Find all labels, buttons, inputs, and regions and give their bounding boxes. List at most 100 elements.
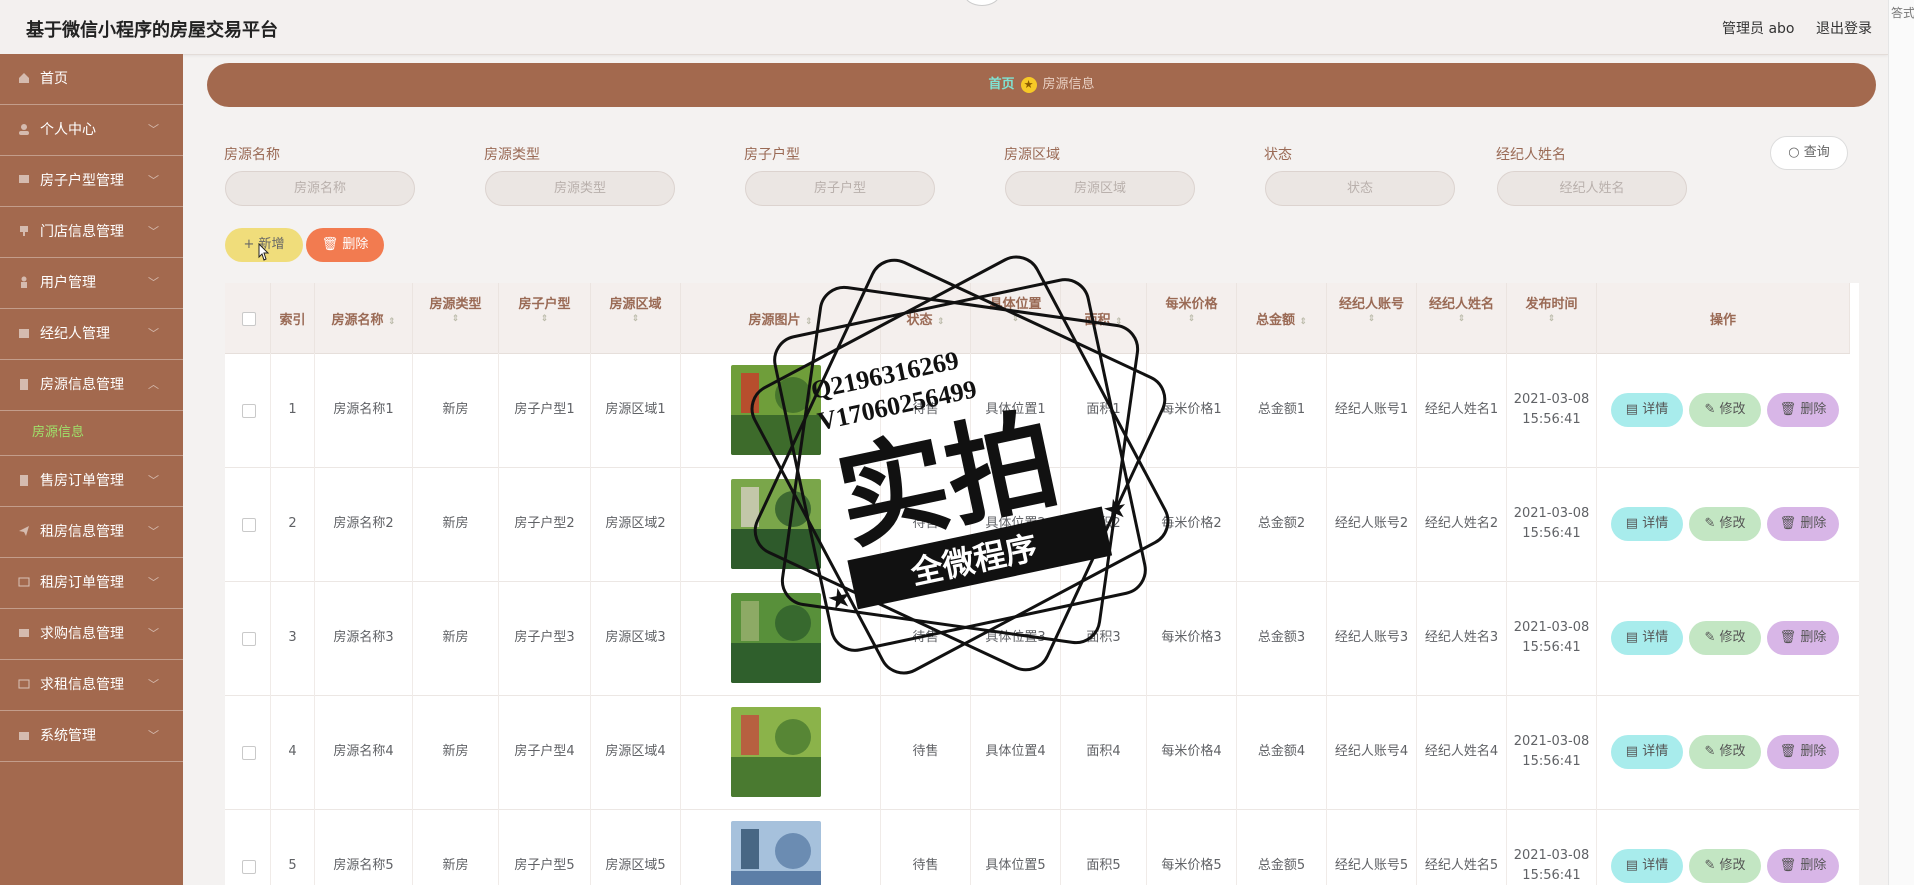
publish-clock: 15:56:41 [1522,526,1581,541]
column-header-6[interactable]: 状态 ⇕ [881,283,971,353]
chevron-down-icon: ﹀ [148,627,159,640]
filter-input-4[interactable]: 状态 [1265,171,1455,206]
detail-button[interactable]: ▤ 详情 [1611,849,1683,883]
column-header-5[interactable]: 房源图片 ⇕ [681,283,881,353]
row-checkbox[interactable] [242,860,256,874]
row-checkbox[interactable] [242,746,256,760]
row-checkbox[interactable] [242,632,256,646]
row-delete-button[interactable]: 🗑 删除 [1767,507,1839,541]
sidebar-item-1[interactable]: 个人中心 ﹀ [0,105,183,156]
publish-clock: 15:56:41 [1522,412,1581,427]
column-header-7[interactable]: 具体位置 ⇕ [971,283,1061,353]
cell-layout: 房子户型5 [499,809,591,885]
row-delete-button[interactable]: 🗑 删除 [1767,735,1839,769]
cell-price: 每米价格4 [1147,695,1237,809]
sidebar-item-12[interactable]: 系统管理 ﹀ [0,711,183,762]
row-delete-button[interactable]: 🗑 删除 [1767,393,1839,427]
filter-input-3[interactable]: 房源区域 [1005,171,1195,206]
row-delete-button[interactable]: 🗑 删除 [1767,621,1839,655]
column-header-11[interactable]: 经纪人账号 ⇕ [1327,283,1417,353]
cell-publish-time: 2021-03-08 15:56:41 [1507,809,1597,885]
sidebar-item-5[interactable]: 经纪人管理 ﹀ [0,309,183,360]
detail-button[interactable]: ▤ 详情 [1611,507,1683,541]
column-header-12[interactable]: 经纪人姓名 ⇕ [1417,283,1507,353]
cell-name: 房源名称4 [315,695,413,809]
query-button[interactable]: ○ 查询 [1770,136,1848,170]
row-checkbox[interactable] [242,404,256,418]
column-header-8[interactable]: 面积 ⇕ [1061,283,1147,353]
home-icon [19,73,29,83]
breadcrumb-home[interactable]: 首页 [988,77,1014,92]
sort-icon: ⇕ [1457,314,1466,324]
cell-type: 新房 [413,581,499,695]
sidebar-item-label: 门店信息管理 [40,224,124,240]
column-header-2[interactable]: 房源类型 ⇕ [413,283,499,353]
column-header-9[interactable]: 每米价格 ⇕ [1147,283,1237,353]
column-header-4[interactable]: 房源区域 ⇕ [591,283,681,353]
row-delete-button[interactable]: 🗑 删除 [1767,849,1839,883]
cell-publish-time: 2021-03-08 15:56:41 [1507,695,1597,809]
sort-icon: ⇕ [937,317,945,327]
cell-area: 面积1 [1061,353,1147,467]
cell-agent: 经纪人姓名4 [1417,695,1507,809]
column-header-10[interactable]: 总金额 ⇕ [1237,283,1327,353]
sidebar-item-11[interactable]: 求租信息管理 ﹀ [0,660,183,711]
pencil-icon: ✎ [1704,744,1716,759]
edit-button[interactable]: ✎ 修改 [1689,621,1761,655]
search-icon: ○ [1788,145,1800,160]
batch-delete-button[interactable]: 🗑 删除 [306,228,384,262]
sidebar-item-4[interactable]: 用户管理 ﹀ [0,258,183,309]
briefcase-icon [19,329,29,338]
edit-button[interactable]: ✎ 修改 [1689,735,1761,769]
cell-status: 待售 [881,353,971,467]
logout-link[interactable]: 退出登录 [1816,18,1872,38]
cell-location: 具体位置2 [971,467,1061,581]
sidebar-item-2[interactable]: 房子户型管理 ﹀ [0,156,183,207]
message-icon [18,679,30,689]
detail-button[interactable]: ▤ 详情 [1611,621,1683,655]
row-checkbox[interactable] [242,518,256,532]
column-header-1[interactable]: 房源名称 ⇕ [315,283,413,353]
select-all-checkbox[interactable] [242,312,256,326]
sidebar-item-6[interactable]: 房源信息管理 ︿ [0,360,183,411]
sidebar-item-7[interactable]: 售房订单管理 ﹀ [0,456,183,507]
sidebar-item-10[interactable]: 求购信息管理 ﹀ [0,609,183,660]
filter-input-1[interactable]: 房源类型 [485,171,675,206]
cell-location: 具体位置4 [971,695,1061,809]
cup-icon [20,226,28,236]
sidebar-item-8[interactable]: 租房信息管理 ﹀ [0,507,183,558]
table-row: 1 房源名称1 新房 房子户型1 房源区域1 待售 具体位置1 面积1 每米价格1 总金额1 经纪人… [225,353,1859,468]
app-title: 基于微信小程序的房屋交易平台 [26,20,278,41]
cell-area_zone: 房源区域3 [591,581,681,695]
edit-button[interactable]: ✎ 修改 [1689,507,1761,541]
detail-button[interactable]: ▤ 详情 [1611,393,1683,427]
pencil-icon: ✎ [1704,630,1716,645]
sidebar-subitem-house-info[interactable]: 房源信息 [0,411,183,456]
trash-icon: 🗑 [1779,402,1797,417]
filter-input-5[interactable]: 经纪人姓名 [1497,171,1687,206]
cell-agent: 经纪人姓名1 [1417,353,1507,467]
pencil-icon: ✎ [1704,402,1716,417]
cell-account: 经纪人账号1 [1327,353,1417,467]
chevron-down-icon: ﹀ [148,123,159,136]
column-header-3[interactable]: 房子户型 ⇕ [499,283,591,353]
edit-button[interactable]: ✎ 修改 [1689,849,1761,883]
sidebar-item-3[interactable]: 门店信息管理 ﹀ [0,207,183,258]
sort-icon: ⇕ [805,317,813,327]
column-header-13[interactable]: 发布时间 ⇕ [1507,283,1597,353]
detail-button[interactable]: ▤ 详情 [1611,735,1683,769]
cell-status: 待售 [881,467,971,581]
remove-label: 删除 [1800,402,1827,417]
sidebar-item-0[interactable]: 首页 [0,54,183,105]
cell-publish-time: 2021-03-08 15:56:41 [1507,353,1597,467]
cell-agent: 经纪人姓名2 [1417,467,1507,581]
cell-layout: 房子户型3 [499,581,591,695]
column-header-label: 房源区域 [609,297,662,312]
document-icon: ▤ [1625,402,1639,417]
edit-button[interactable]: ✎ 修改 [1689,393,1761,427]
sidebar-item-9[interactable]: 租房订单管理 ﹀ [0,558,183,609]
filter-input-0[interactable]: 房源名称 [225,171,415,206]
filter-input-2[interactable]: 房子户型 [745,171,935,206]
table-row: 5 房源名称5 新房 房子户型5 房源区域5 待售 具体位置5 面积5 每米价格5 总金额5 经纪人… [225,809,1859,885]
remove-label: 删除 [1800,516,1827,531]
